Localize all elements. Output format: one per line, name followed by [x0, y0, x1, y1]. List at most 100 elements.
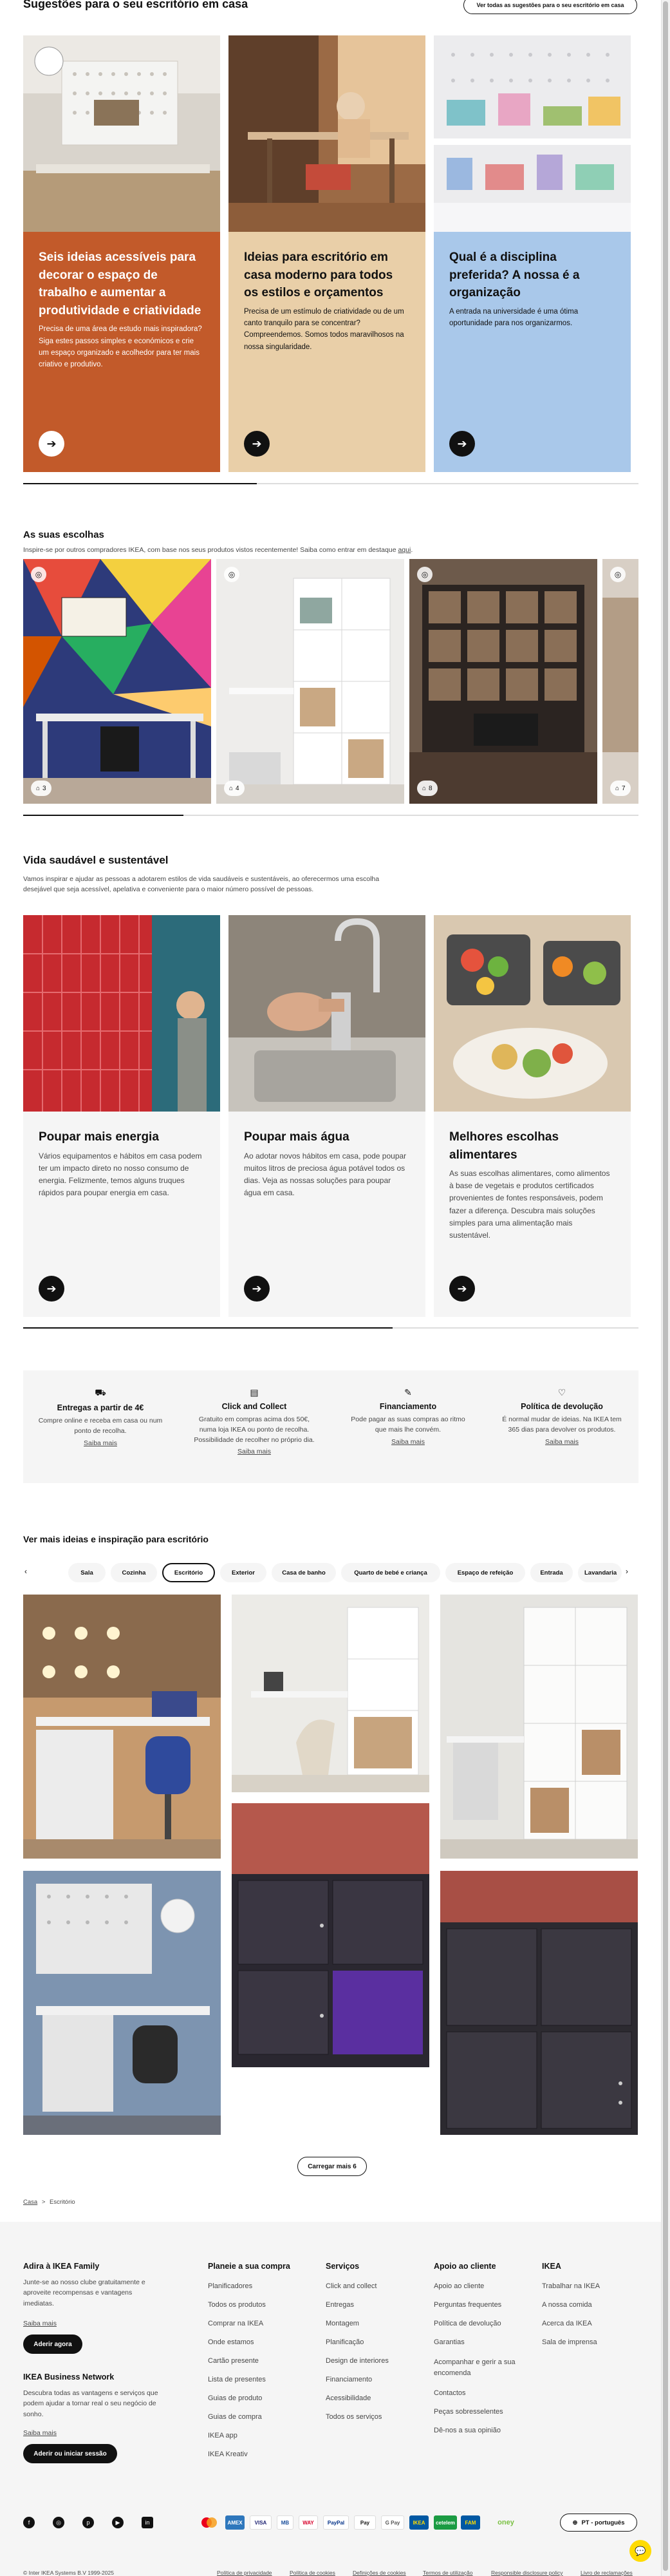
footer-link[interactable]: Comprar na IKEA: [208, 2320, 263, 2327]
arrow-right-icon[interactable]: ➔: [244, 431, 270, 457]
footer-link[interactable]: Dê-nos a sua opinião: [434, 2427, 501, 2434]
chat-button[interactable]: 💬: [629, 2540, 651, 2562]
chip-quarto-bebe[interactable]: Quarto de bebé e criança: [341, 1563, 440, 1582]
facebook-icon[interactable]: f: [23, 2517, 35, 2528]
legal-link[interactable]: Termos de utilização: [423, 2570, 472, 2576]
scrollbar-thumb[interactable]: [663, 1, 668, 2571]
arrow-right-icon[interactable]: ➔: [449, 431, 475, 457]
chevron-right-icon[interactable]: ›: [626, 1567, 628, 1576]
gallery-image-6[interactable]: [440, 1871, 638, 2135]
healthy-carousel-progress[interactable]: [23, 1327, 638, 1329]
footer-link[interactable]: Lista de presentes: [208, 2376, 266, 2383]
tag-count-badge[interactable]: ⌂ 3: [31, 781, 51, 796]
chip-exterior[interactable]: Exterior: [220, 1563, 266, 1582]
service-link[interactable]: Saiba mais: [331, 1438, 485, 1446]
legal-link[interactable]: Responsible disclosure policy: [491, 2570, 563, 2576]
tag-count-badge[interactable]: ⌂ 7: [610, 781, 631, 796]
style-card-3[interactable]: ◎ ⌂ 8: [409, 559, 597, 804]
footer-link[interactable]: Perguntas frequentes: [434, 2301, 501, 2309]
legal-link[interactable]: Política de cookies: [290, 2570, 335, 2576]
footer-link[interactable]: Garantias: [434, 2338, 465, 2346]
chip-lavandaria[interactable]: Lavandaria: [578, 1563, 622, 1582]
see-all-ideas-button[interactable]: Ver todas as sugestões para o seu escrit…: [463, 0, 637, 14]
legal-link[interactable]: Definições de cookies: [353, 2570, 406, 2576]
payment-multibanco-icon: MB: [277, 2515, 293, 2530]
footer-link[interactable]: Click and collect: [326, 2282, 377, 2290]
service-link[interactable]: Saiba mais: [23, 1439, 178, 1447]
arrow-right-icon[interactable]: ➔: [39, 1276, 64, 1302]
gallery-image-3[interactable]: [440, 1595, 638, 1859]
breadcrumb-home[interactable]: Casa: [23, 2199, 37, 2206]
healthy-card-3[interactable]: Melhores escolhas alimentares As suas es…: [434, 915, 631, 1317]
globe-icon: ⊕: [572, 2519, 578, 2526]
legal-link[interactable]: Livro de reclamações: [581, 2570, 633, 2576]
healthy-card-1[interactable]: Poupar mais energia Vários equipamentos …: [23, 915, 220, 1317]
idea-card-2[interactable]: Ideias para escritório em casa moderno p…: [228, 35, 425, 472]
footer-link[interactable]: Design de interiores: [326, 2357, 389, 2365]
style-card-4[interactable]: ◎ ⌂ 7: [602, 559, 638, 804]
pinterest-icon[interactable]: p: [82, 2517, 94, 2528]
instagram-icon[interactable]: ◎: [53, 2517, 64, 2528]
footer-link[interactable]: IKEA app: [208, 2432, 237, 2439]
ideas-carousel-progress[interactable]: [23, 483, 638, 484]
arrow-right-icon[interactable]: ➔: [39, 431, 64, 457]
gallery-image-1[interactable]: [23, 1595, 221, 1859]
footer-link[interactable]: Trabalhar na IKEA: [542, 2282, 600, 2290]
footer-link[interactable]: Guias de compra: [208, 2413, 262, 2421]
gallery-image-2[interactable]: [232, 1595, 429, 1792]
footer-link[interactable]: Financiamento: [326, 2376, 372, 2383]
footer-link[interactable]: Política de devolução: [434, 2320, 501, 2327]
chip-escritorio[interactable]: Escritório: [162, 1563, 215, 1582]
styles-desc-link[interactable]: aqui: [398, 546, 411, 554]
idea-card-1[interactable]: Seis ideias acessíveis para decorar o es…: [23, 35, 220, 472]
footer-link[interactable]: A nossa comida: [542, 2301, 592, 2309]
youtube-icon[interactable]: ▶: [112, 2517, 124, 2528]
chip-cozinha[interactable]: Cozinha: [111, 1563, 157, 1582]
arrow-right-icon[interactable]: ➔: [449, 1276, 475, 1302]
footer-link[interactable]: Todos os produtos: [208, 2301, 266, 2309]
style-card-1[interactable]: ◎ ⌂ 3: [23, 559, 211, 804]
chip-entrada[interactable]: Entrada: [530, 1563, 573, 1582]
legal-link[interactable]: Política de privacidade: [217, 2570, 272, 2576]
gallery-image-4[interactable]: [23, 1871, 221, 2135]
footer-link[interactable]: Planificação: [326, 2338, 364, 2346]
tag-count-badge[interactable]: ⌂ 4: [224, 781, 245, 796]
footer-link[interactable]: Peças sobresselentes: [434, 2408, 503, 2416]
footer-link[interactable]: Planificadores: [208, 2282, 252, 2290]
footer-link[interactable]: Cartão presente: [208, 2357, 259, 2365]
footer-link[interactable]: Guias de produto: [208, 2394, 262, 2402]
footer-link[interactable]: Acessibilidade: [326, 2394, 371, 2402]
footer-link[interactable]: Montagem: [326, 2320, 359, 2327]
join-family-button[interactable]: Aderir agora: [23, 2334, 82, 2354]
footer-link[interactable]: Todos os serviços: [326, 2413, 382, 2421]
service-link[interactable]: Saiba mais: [485, 1438, 639, 1446]
chevron-left-icon[interactable]: ‹: [24, 1567, 27, 1576]
style-card-2[interactable]: ◎ ⌂ 4: [216, 559, 404, 804]
tag-count-badge[interactable]: ⌂ 8: [417, 781, 438, 796]
service-link[interactable]: Saiba mais: [177, 1448, 331, 1455]
footer-link[interactable]: Contactos: [434, 2389, 466, 2397]
healthy-card-title: Melhores escolhas alimentares: [449, 1130, 559, 1162]
chip-sala[interactable]: Sala: [68, 1563, 106, 1582]
business-link[interactable]: Saiba mais: [23, 2429, 57, 2437]
footer-link[interactable]: Entregas: [326, 2301, 354, 2309]
footer-link[interactable]: Sala de imprensa: [542, 2338, 597, 2346]
arrow-right-icon[interactable]: ➔: [244, 1276, 270, 1302]
footer-link[interactable]: Apoio ao cliente: [434, 2282, 484, 2290]
footer-link[interactable]: Onde estamos: [208, 2338, 254, 2346]
family-link[interactable]: Saiba mais: [23, 2320, 57, 2327]
business-login-button[interactable]: Aderir ou iniciar sessão: [23, 2444, 117, 2463]
footer-link[interactable]: Acerca da IKEA: [542, 2320, 592, 2327]
load-more-button[interactable]: Carregar mais 6: [297, 2157, 367, 2176]
linkedin-icon[interactable]: in: [142, 2517, 153, 2528]
page-scrollbar[interactable]: [661, 0, 670, 2576]
language-selector[interactable]: ⊕ PT - português: [560, 2514, 637, 2532]
gallery-image-5[interactable]: [232, 1803, 429, 2067]
chip-espaco-refeicao[interactable]: Espaço de refeição: [445, 1563, 525, 1582]
styles-carousel-progress[interactable]: [23, 815, 638, 816]
chip-casa-de-banho[interactable]: Casa de banho: [272, 1563, 336, 1582]
healthy-card-2[interactable]: Poupar mais água Ao adotar novos hábitos…: [228, 915, 425, 1317]
footer-link[interactable]: IKEA Kreativ: [208, 2450, 248, 2458]
footer-link[interactable]: Acompanhar e gerir a sua encomenda: [434, 2357, 524, 2378]
idea-card-3[interactable]: Qual é a disciplina preferida? A nossa é…: [434, 35, 631, 472]
